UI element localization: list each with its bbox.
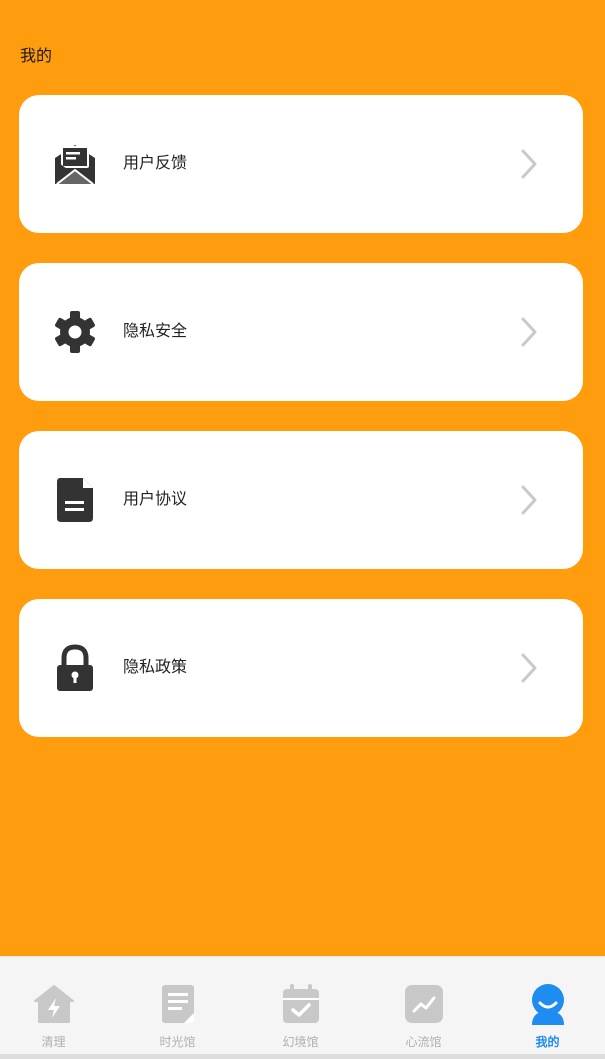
menu-item-privacy-policy[interactable]: 隐私政策 [19,599,583,737]
menu-item-label: 用户反馈 [123,153,188,172]
tab-mine[interactable]: 我的 [487,957,605,1057]
tab-label: 我的 [535,1035,560,1049]
calendar-check-icon [283,984,319,1023]
chevron-right-icon [521,317,537,347]
tab-label: 心流馆 [405,1035,442,1049]
gear-icon [53,308,97,356]
system-bottom-edge [0,1054,605,1059]
tab-time-hall[interactable]: 时光馆 [117,957,238,1057]
chevron-right-icon [521,485,537,515]
menu-item-feedback[interactable]: 用户反馈 [19,95,583,233]
chevron-right-icon [521,149,537,179]
menu-item-label: 隐私安全 [123,321,188,340]
notepad-icon [162,985,194,1023]
trend-chart-icon [405,985,443,1023]
menu-item-privacy-security[interactable]: 隐私安全 [19,263,583,401]
tab-label: 时光馆 [159,1035,196,1049]
menu-item-user-agreement[interactable]: 用户协议 [19,431,583,569]
document-icon [53,476,97,524]
menu-item-label: 用户协议 [123,489,188,508]
envelope-open-icon [53,140,97,188]
menu-item-label: 隐私政策 [123,657,188,676]
chevron-right-icon [521,653,537,683]
tab-fantasy-hall[interactable]: 幻境馆 [240,957,361,1057]
house-bolt-icon [34,985,74,1023]
lock-icon [53,644,97,692]
bottom-tab-bar: 清理 时光馆 幻境馆 心流馆 我的 [0,956,605,1059]
tab-clean[interactable]: 清理 [0,957,114,1057]
tab-label: 清理 [41,1035,66,1049]
tab-label: 幻境馆 [282,1035,319,1049]
tab-flow-hall[interactable]: 心流馆 [363,957,484,1057]
profile-face-icon [532,984,564,1025]
page-title: 我的 [20,46,53,65]
